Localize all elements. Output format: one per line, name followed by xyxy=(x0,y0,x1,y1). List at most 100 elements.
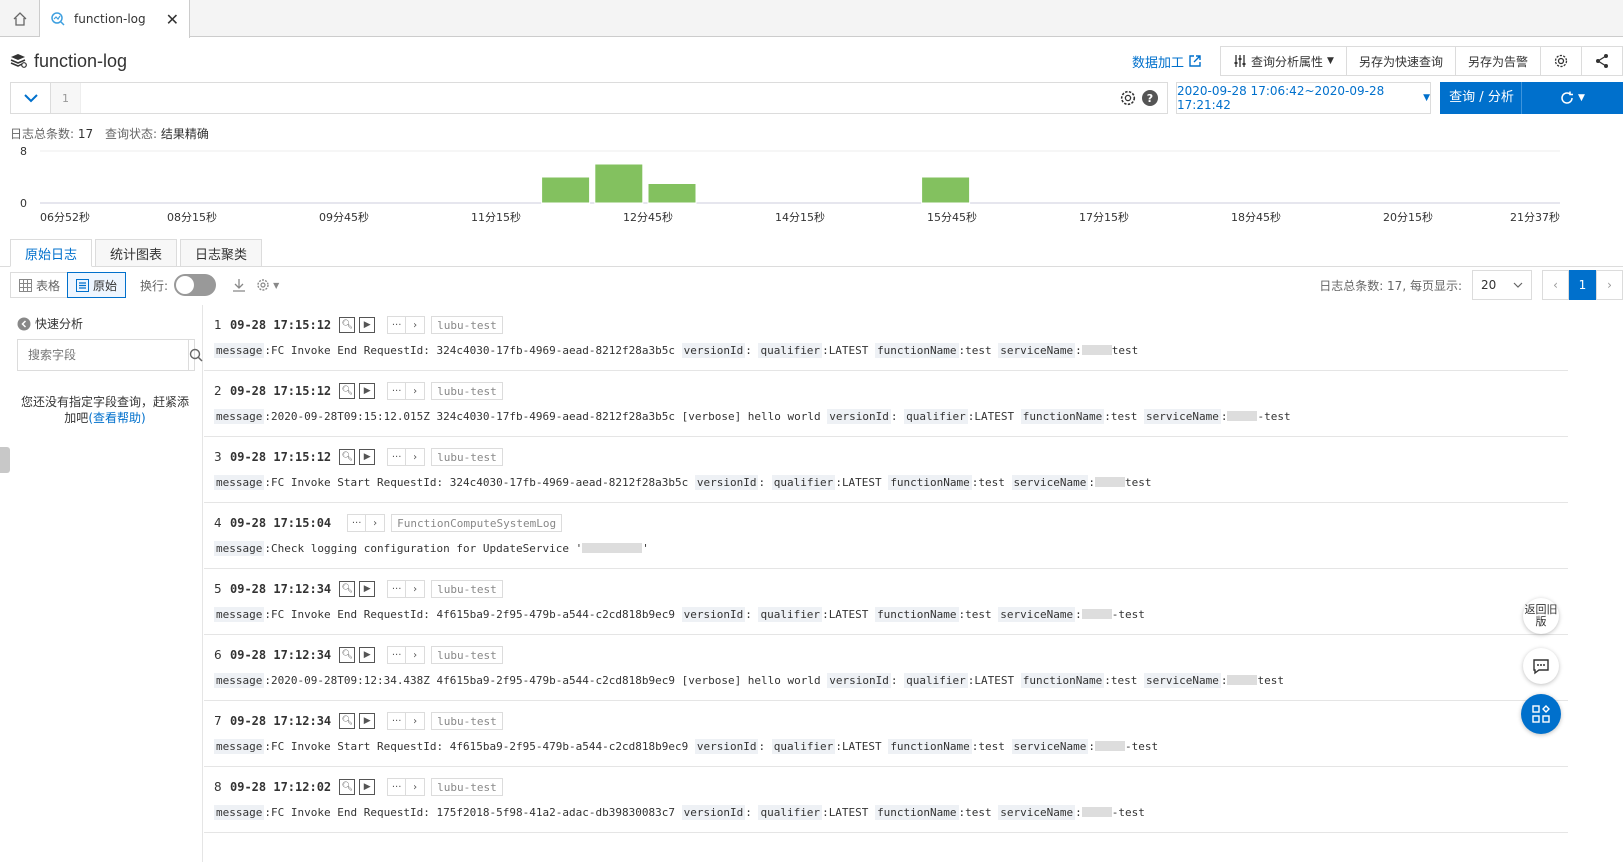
field-key-message[interactable]: message xyxy=(214,408,265,424)
chevron-right-icon[interactable]: › xyxy=(406,581,424,597)
field-key-qualifier[interactable]: qualifier xyxy=(758,342,823,358)
save-alert-button[interactable]: 另存为告警 xyxy=(1456,47,1541,75)
field-key-functionname[interactable]: functionName xyxy=(1020,408,1105,424)
histogram-bar[interactable] xyxy=(594,163,644,204)
histogram-bar[interactable] xyxy=(921,176,971,204)
field-key-versionid[interactable]: versionId xyxy=(681,804,746,820)
more-icon[interactable]: ··· xyxy=(388,779,407,795)
field-key-message[interactable]: message xyxy=(214,738,265,754)
raw-mode-button[interactable]: 原始 xyxy=(67,272,127,298)
tab-charts[interactable]: 统计图表 xyxy=(95,239,178,267)
field-key-servicename[interactable]: serviceName xyxy=(998,342,1076,358)
livetail-icon[interactable]: ▶ xyxy=(359,449,376,465)
livetail-icon[interactable]: ▶ xyxy=(359,383,376,399)
field-key-servicename[interactable]: serviceName xyxy=(998,606,1076,622)
query-props-button[interactable]: 查询分析属性 ▼ xyxy=(1221,47,1347,75)
field-key-qualifier[interactable]: qualifier xyxy=(904,408,968,424)
field-key-servicename[interactable]: serviceName xyxy=(1144,672,1221,688)
field-key-servicename[interactable]: serviceName xyxy=(998,804,1076,820)
more-icon[interactable]: ··· xyxy=(388,317,407,333)
more-icon[interactable]: ··· xyxy=(388,449,407,465)
page-size-select[interactable]: 20 xyxy=(1472,270,1532,300)
field-key-message[interactable]: message xyxy=(214,342,265,358)
field-key-servicename[interactable]: serviceName xyxy=(1144,408,1221,424)
field-key-message[interactable]: message xyxy=(214,672,265,688)
apps-button[interactable] xyxy=(1521,694,1561,734)
field-key-qualifier[interactable]: qualifier xyxy=(904,672,968,688)
more-icon[interactable]: ··· xyxy=(388,713,407,729)
page-1-button[interactable]: 1 xyxy=(1569,270,1596,300)
context-search-icon[interactable]: 🔍︎ xyxy=(339,713,356,729)
log-source-tag[interactable]: lubu-test xyxy=(431,778,503,796)
field-key-functionname[interactable]: functionName xyxy=(1020,672,1105,688)
field-key-versionid[interactable]: versionId xyxy=(694,474,759,490)
context-search-icon[interactable]: 🔍︎ xyxy=(339,449,356,465)
help-link[interactable]: (查看帮助) xyxy=(88,411,145,425)
log-source-tag[interactable]: lubu-test xyxy=(431,580,503,598)
field-key-functionname[interactable]: functionName xyxy=(875,342,959,358)
field-key-qualifier[interactable]: qualifier xyxy=(758,606,823,622)
time-range-picker[interactable]: 2020-09-28 17:06:42~2020-09-28 17:21:42 … xyxy=(1176,82,1431,114)
field-search-input[interactable] xyxy=(18,340,188,370)
more-icon[interactable]: ··· xyxy=(348,515,367,531)
next-page-button[interactable]: › xyxy=(1596,270,1623,300)
tab-raw-logs[interactable]: 原始日志 xyxy=(10,239,93,267)
tab-function-log[interactable]: function-log ✕ xyxy=(40,0,190,38)
context-search-icon[interactable]: 🔍︎ xyxy=(339,383,356,399)
sidebar-collapse-handle[interactable] xyxy=(0,447,10,473)
field-key-versionid[interactable]: versionId xyxy=(681,342,746,358)
histogram-bar[interactable] xyxy=(541,176,591,204)
context-search-icon[interactable]: 🔍︎ xyxy=(339,647,356,663)
search-analyze-button[interactable]: 查询 / 分析 xyxy=(1442,82,1522,114)
chevron-right-icon[interactable]: › xyxy=(406,779,424,795)
livetail-icon[interactable]: ▶ xyxy=(359,713,376,729)
log-source-tag[interactable]: lubu-test xyxy=(431,382,503,400)
log-histogram[interactable]: 8 0 06分52秒 08分15秒 09分45秒 11分15秒 12分45秒 14分15秒 15… xyxy=(0,142,1623,232)
data-process-link[interactable]: 数据加工 xyxy=(1132,52,1202,71)
field-key-servicename[interactable]: serviceName xyxy=(1011,738,1089,754)
share-button[interactable] xyxy=(1582,47,1622,75)
log-source-tag[interactable]: lubu-test xyxy=(431,646,503,664)
log-source-tag[interactable]: lubu-test xyxy=(431,316,503,334)
field-key-qualifier[interactable]: qualifier xyxy=(771,738,836,754)
field-key-message[interactable]: message xyxy=(214,474,265,490)
prev-page-button[interactable]: ‹ xyxy=(1542,270,1569,300)
back-to-old-button[interactable]: 返回旧版 xyxy=(1523,598,1559,634)
refresh-button[interactable]: ▼ xyxy=(1522,91,1623,105)
livetail-icon[interactable]: ▶ xyxy=(359,317,376,333)
home-tab[interactable] xyxy=(0,0,40,37)
histogram-bar[interactable] xyxy=(647,183,697,204)
field-key-qualifier[interactable]: qualifier xyxy=(771,474,836,490)
field-key-versionid[interactable]: versionId xyxy=(827,408,891,424)
feedback-button[interactable] xyxy=(1523,648,1559,684)
chevron-right-icon[interactable]: › xyxy=(406,317,424,333)
field-key-servicename[interactable]: serviceName xyxy=(1011,474,1089,490)
chevron-right-icon[interactable]: › xyxy=(406,647,424,663)
field-search-button[interactable] xyxy=(188,340,203,370)
field-key-versionid[interactable]: versionId xyxy=(681,606,746,622)
field-key-functionname[interactable]: functionName xyxy=(875,606,959,622)
field-key-versionid[interactable]: versionId xyxy=(827,672,891,688)
more-icon[interactable]: ··· xyxy=(388,581,407,597)
livetail-icon[interactable]: ▶ xyxy=(359,779,376,795)
chevron-right-icon[interactable]: › xyxy=(366,515,384,531)
query-expand-button[interactable] xyxy=(11,83,51,113)
chevron-right-icon[interactable]: › xyxy=(406,383,424,399)
tab-log-cluster[interactable]: 日志聚类 xyxy=(180,239,263,267)
field-key-message[interactable]: message xyxy=(214,606,265,622)
gear-icon[interactable] xyxy=(1119,89,1137,107)
log-source-tag[interactable]: lubu-test xyxy=(431,448,503,466)
more-icon[interactable]: ··· xyxy=(388,647,407,663)
field-key-functionname[interactable]: functionName xyxy=(888,738,972,754)
field-key-message[interactable]: message xyxy=(214,540,265,556)
log-source-tag[interactable]: FunctionComputeSystemLog xyxy=(391,514,563,532)
chevron-right-icon[interactable]: › xyxy=(406,449,424,465)
field-key-qualifier[interactable]: qualifier xyxy=(758,804,823,820)
field-key-versionid[interactable]: versionId xyxy=(694,738,759,754)
log-source-tag[interactable]: lubu-test xyxy=(431,712,503,730)
context-search-icon[interactable]: 🔍︎ xyxy=(339,317,356,333)
field-key-functionname[interactable]: functionName xyxy=(875,804,959,820)
quick-analysis-header[interactable]: 快速分析 xyxy=(17,315,83,332)
query-editor[interactable]: 1 ? xyxy=(10,82,1168,114)
save-quick-query-button[interactable]: 另存为快速查询 xyxy=(1347,47,1456,75)
